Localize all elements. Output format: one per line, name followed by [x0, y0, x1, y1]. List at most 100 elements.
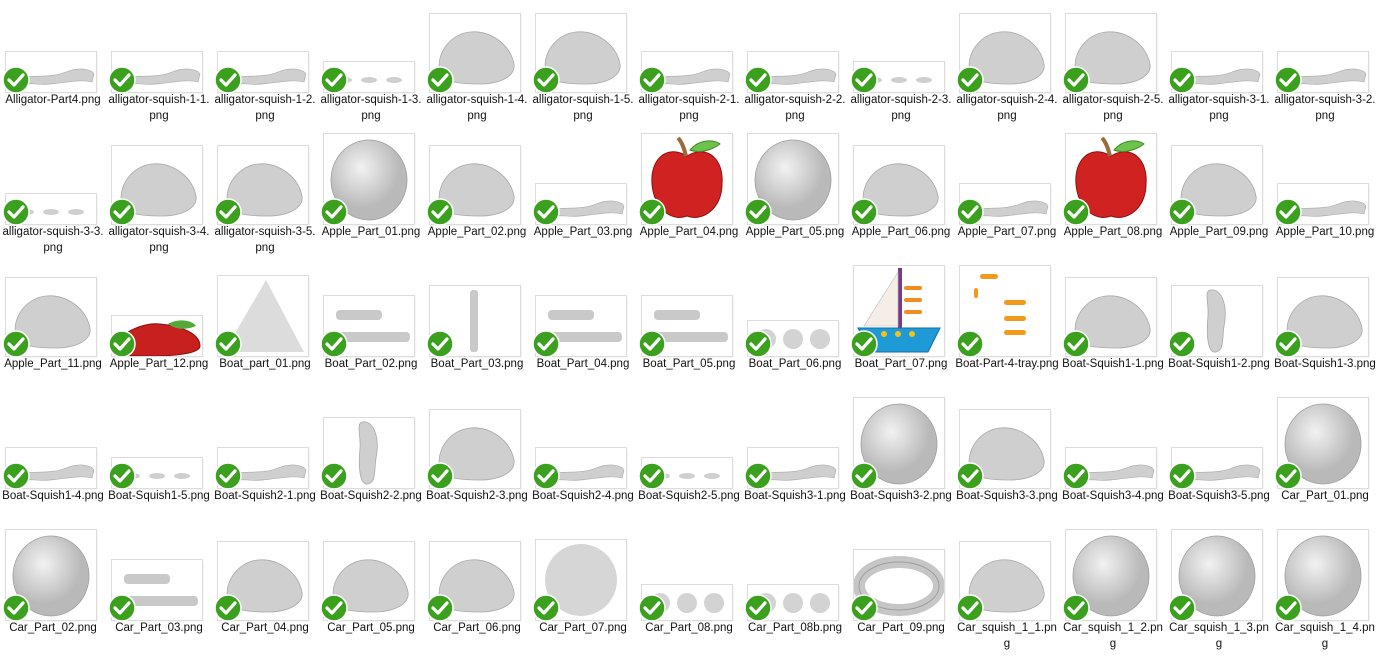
sync-checkmark-icon — [532, 66, 560, 94]
file-tile[interactable]: Boat-Squish3-2.png — [848, 396, 954, 528]
file-tile[interactable]: Car_squish_1_1.png — [954, 528, 1060, 660]
sync-checkmark-icon — [638, 198, 666, 226]
file-tile[interactable]: alligator-squish-3-2.png — [1272, 0, 1376, 132]
file-name-label: Boat-Squish2-3.png — [426, 490, 528, 502]
file-tile[interactable]: alligator-squish-1-3.png — [318, 0, 424, 132]
sync-checkmark-icon — [744, 66, 772, 94]
file-name-label: Boat-Squish3-1.png — [744, 490, 846, 502]
file-tile[interactable]: Car_Part_06.png — [424, 528, 530, 660]
file-tile[interactable]: alligator-squish-2-5.png — [1060, 0, 1166, 132]
sync-checkmark-icon — [426, 462, 454, 490]
file-tile[interactable]: Boat_Part_05.png — [636, 264, 742, 396]
file-tile[interactable]: Boat-Squish1-3.png — [1272, 264, 1376, 396]
file-tile[interactable]: Apple_Part_02.png — [424, 132, 530, 264]
sync-checkmark-icon — [320, 330, 348, 358]
file-tile[interactable]: alligator-squish-3-3.png — [0, 132, 106, 264]
file-tile[interactable]: Car_Part_08b.png — [742, 528, 848, 660]
file-tile[interactable]: Apple_Part_06.png — [848, 132, 954, 264]
file-tile[interactable]: Car_Part_07.png — [530, 528, 636, 660]
file-tile[interactable]: Car_Part_02.png — [0, 528, 106, 660]
sync-checkmark-icon — [1274, 462, 1302, 490]
file-tile[interactable]: Boat_Part_04.png — [530, 264, 636, 396]
file-tile[interactable]: Car_Part_01.png — [1272, 396, 1376, 528]
file-name-label: Boat_Part_05.png — [642, 358, 736, 370]
file-tile[interactable]: Alligator-Part4.png — [0, 0, 106, 132]
file-tile[interactable]: Boat-Squish2-4.png — [530, 396, 636, 528]
file-tile[interactable]: Boat-Squish1-1.png — [1060, 264, 1166, 396]
file-name-label: alligator-squish-3-5.png — [214, 226, 316, 254]
sync-checkmark-icon — [1168, 330, 1196, 358]
sync-checkmark-icon — [532, 462, 560, 490]
file-tile[interactable]: Boat-Squish1-4.png — [0, 396, 106, 528]
file-tile[interactable]: Boat-Squish3-3.png — [954, 396, 1060, 528]
sync-checkmark-icon — [320, 594, 348, 622]
sync-checkmark-icon — [2, 198, 30, 226]
sync-checkmark-icon — [108, 330, 136, 358]
file-tile[interactable]: Apple_Part_12.png — [106, 264, 212, 396]
file-tile[interactable]: Apple_Part_01.png — [318, 132, 424, 264]
file-tile[interactable]: Apple_Part_05.png — [742, 132, 848, 264]
file-tile[interactable]: alligator-squish-1-4.png — [424, 0, 530, 132]
file-tile[interactable]: Boat-Squish3-4.png — [1060, 396, 1166, 528]
file-tile[interactable]: Boat_part_01.png — [212, 264, 318, 396]
file-tile[interactable]: Car_Part_05.png — [318, 528, 424, 660]
file-tile[interactable]: Boat-Squish2-1.png — [212, 396, 318, 528]
sync-checkmark-icon — [2, 330, 30, 358]
sync-checkmark-icon — [532, 330, 560, 358]
file-name-label: Apple_Part_06.png — [851, 226, 951, 238]
file-tile[interactable]: alligator-squish-1-5.png — [530, 0, 636, 132]
file-tile[interactable]: Boat_Part_06.png — [742, 264, 848, 396]
file-tile[interactable]: Boat-Squish2-5.png — [636, 396, 742, 528]
file-name-label: alligator-squish-3-1.png — [1168, 94, 1270, 122]
sync-checkmark-icon — [2, 594, 30, 622]
file-tile[interactable]: alligator-squish-2-3.png — [848, 0, 954, 132]
file-tile[interactable]: Car_squish_1_4.png — [1272, 528, 1376, 660]
file-name-label: alligator-squish-3-4.png — [108, 226, 210, 254]
file-tile[interactable]: Boat_Part_03.png — [424, 264, 530, 396]
file-name-label: Boat_Part_04.png — [536, 358, 630, 370]
file-tile[interactable]: Boat-Squish1-2.png — [1166, 264, 1272, 396]
sync-checkmark-icon — [1062, 330, 1090, 358]
file-tile[interactable]: Apple_Part_09.png — [1166, 132, 1272, 264]
file-tile[interactable]: alligator-squish-3-1.png — [1166, 0, 1272, 132]
file-tile[interactable]: Car_Part_04.png — [212, 528, 318, 660]
file-name-label: Car_Part_04.png — [221, 622, 309, 634]
sync-checkmark-icon — [1062, 594, 1090, 622]
sync-checkmark-icon — [956, 330, 984, 358]
file-tile[interactable]: Apple_Part_11.png — [0, 264, 106, 396]
file-tile[interactable]: Boat-Squish3-1.png — [742, 396, 848, 528]
file-tile[interactable]: Apple_Part_04.png — [636, 132, 742, 264]
file-tile[interactable]: Boat-Squish2-3.png — [424, 396, 530, 528]
file-tile[interactable]: Car_Part_08.png — [636, 528, 742, 660]
file-tile[interactable]: Boat-Squish3-5.png — [1166, 396, 1272, 528]
file-tile[interactable]: Boat_Part_07.png — [848, 264, 954, 396]
file-tile[interactable]: Car_Part_03.png — [106, 528, 212, 660]
file-tile[interactable]: Car_squish_1_2.png — [1060, 528, 1166, 660]
sync-checkmark-icon — [1274, 330, 1302, 358]
file-tile[interactable]: alligator-squish-2-4.png — [954, 0, 1060, 132]
file-tile[interactable]: Apple_Part_08.png — [1060, 132, 1166, 264]
file-tile[interactable]: Apple_Part_10.png — [1272, 132, 1376, 264]
file-tile[interactable]: Apple_Part_07.png — [954, 132, 1060, 264]
file-name-label: Apple_Part_08.png — [1063, 226, 1163, 238]
file-name-label: Boat-Squish2-2.png — [320, 490, 422, 502]
file-tile[interactable]: alligator-squish-3-4.png — [106, 132, 212, 264]
file-tile[interactable]: alligator-squish-2-1.png — [636, 0, 742, 132]
file-tile[interactable]: alligator-squish-1-2.png — [212, 0, 318, 132]
file-tile[interactable]: Boat-Squish2-2.png — [318, 396, 424, 528]
file-tile[interactable]: Car_squish_1_3.png — [1166, 528, 1272, 660]
file-tile[interactable]: alligator-squish-1-1.png — [106, 0, 212, 132]
sync-checkmark-icon — [532, 198, 560, 226]
file-tile[interactable]: Boat-Squish1-5.png — [106, 396, 212, 528]
file-name-label: Boat-Squish2-5.png — [638, 490, 740, 502]
file-tile[interactable]: Boat-Part-4-tray.png — [954, 264, 1060, 396]
sync-checkmark-icon — [638, 594, 666, 622]
file-tile[interactable]: Boat_Part_02.png — [318, 264, 424, 396]
file-tile[interactable]: Car_Part_09.png — [848, 528, 954, 660]
file-tile[interactable]: alligator-squish-2-2.png — [742, 0, 848, 132]
file-tile[interactable]: Apple_Part_03.png — [530, 132, 636, 264]
file-tile[interactable]: alligator-squish-3-5.png — [212, 132, 318, 264]
file-name-label: Apple_Part_01.png — [321, 226, 421, 238]
sync-checkmark-icon — [214, 198, 242, 226]
sync-checkmark-icon — [1168, 462, 1196, 490]
